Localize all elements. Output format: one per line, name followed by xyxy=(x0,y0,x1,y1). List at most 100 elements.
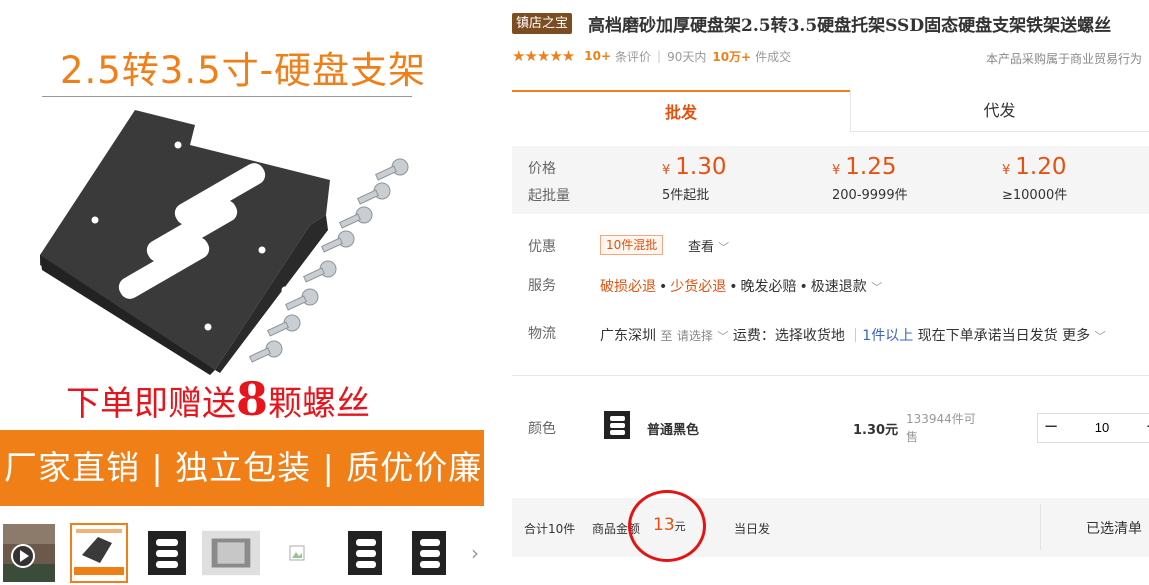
video-thumbnail-image xyxy=(3,524,55,582)
sales-count: 10万+ xyxy=(712,49,752,64)
service-dot: • xyxy=(659,279,668,295)
service-label: 服务 xyxy=(528,278,556,294)
logistics-row: 广东深圳 至 请选择 ﹀ 运费：选择收货地 1件以上 现在下单承诺当日发货 更多… xyxy=(600,325,1106,345)
gift-suffix: 颗螺丝 xyxy=(268,384,370,424)
service-item: 少货必退 xyxy=(670,279,727,295)
thumbnail-6[interactable] xyxy=(336,523,394,583)
promo-label: 优惠 xyxy=(528,239,556,255)
rating-row: ★★★★★ 10+ 条评价 | 90天内 10万+ 件成交 xyxy=(512,47,791,65)
thumbnail-5-broken[interactable] xyxy=(268,523,326,583)
service-item: 极速退款 xyxy=(810,279,867,295)
product-detail-panel: 镇店之宝 高档磨砂加厚硬盘架2.5转3.5硬盘托架SSD固态硬盘支架铁架送螺丝 … xyxy=(512,0,1149,585)
sku-price: 1.30元 xyxy=(853,423,899,438)
shop-treasure-badge: 镇店之宝 xyxy=(512,13,573,34)
thumbnail-video[interactable] xyxy=(0,523,58,583)
chevron-down-icon[interactable]: ﹀ xyxy=(1095,330,1106,343)
thumbnail-3[interactable] xyxy=(138,523,196,583)
tier-price: 1.25 xyxy=(845,154,897,180)
sku-thumbnail-image xyxy=(600,408,634,442)
tier-qty: 200-9999件 xyxy=(832,188,908,203)
sales-period: 90天内 xyxy=(667,49,707,64)
ship-divider xyxy=(855,328,857,342)
ship-origin: 广东深圳 xyxy=(600,328,656,344)
sku-color-label: 颜色 xyxy=(528,421,556,437)
price-tier-3: ¥1.20 ≥10000件 xyxy=(1002,154,1067,203)
selected-list-button[interactable]: 已选清单 xyxy=(1086,518,1142,538)
logistics-label: 物流 xyxy=(528,326,556,342)
thumbnail-strip: › xyxy=(0,521,486,585)
price-label: 价格 xyxy=(528,161,556,177)
service-dot: • xyxy=(729,279,738,295)
service-guarantees[interactable]: 破损必退 • 少货必退 • 晚发必赔 • 极速退款 ﹀ xyxy=(600,276,882,296)
review-count[interactable]: 10+ xyxy=(584,49,611,63)
quantity-input[interactable] xyxy=(1064,414,1140,442)
order-summary-bar: 合计10件 商品金额 13元 当日发 已选清单 xyxy=(512,498,1149,557)
service-dot: • xyxy=(799,279,808,295)
tier-price: 1.20 xyxy=(1015,154,1067,180)
thumbnail-image xyxy=(72,525,126,581)
purchase-mode-tabs: 批发 代发 xyxy=(512,90,1149,132)
rating-divider: | xyxy=(657,49,662,63)
chevron-down-icon: ﹀ xyxy=(718,241,730,254)
promo-view-text: 查看 xyxy=(688,240,715,255)
quantity-plus-button[interactable]: + xyxy=(1140,414,1149,442)
section-divider xyxy=(512,375,1149,376)
tab-dropship[interactable]: 代发 xyxy=(850,90,1149,132)
image-title-text: 2.5转3.5寸-硬盘支架 xyxy=(59,49,427,92)
service-item: 晚发必赔 xyxy=(740,279,797,295)
ship-dispatch-promise: 现在下单承诺当日发货 xyxy=(917,328,1058,344)
currency-symbol: ¥ xyxy=(662,163,671,178)
thumbnail-image xyxy=(402,525,456,581)
summary-total-qty: 合计10件 xyxy=(524,522,576,536)
tier-qty: 5件起批 xyxy=(662,188,710,203)
sales-label: 件成交 xyxy=(755,49,792,64)
summary-delivery: 当日发 xyxy=(734,522,771,536)
service-item: 破损必退 xyxy=(600,279,656,295)
price-tier-1: ¥1.30 5件起批 xyxy=(662,154,727,203)
tab-wholesale[interactable]: 批发 xyxy=(512,90,850,132)
currency-symbol: ¥ xyxy=(832,163,841,178)
thumbnail-next-arrow-icon[interactable]: › xyxy=(468,535,482,571)
gift-prefix: 下单即赠送 xyxy=(65,384,236,424)
broken-image-icon xyxy=(289,545,305,561)
ship-min-qty: 1件以上 xyxy=(862,328,914,344)
sku-name: 普通黑色 xyxy=(647,423,700,438)
thumbnail-image xyxy=(338,525,392,581)
product-title: 高档磨砂加厚硬盘架2.5转3.5硬盘托架SSD固态硬盘支架铁架送螺丝 xyxy=(588,16,1112,36)
hdd-bracket-illustration xyxy=(40,110,409,375)
ship-destination-select[interactable]: 请选择 xyxy=(677,329,713,343)
tiered-price-box: 价格 起批量 ¥1.30 5件起批 ¥1.25 200-9999件 ¥1.20 … xyxy=(512,146,1149,214)
currency-symbol: ¥ xyxy=(1002,163,1011,178)
rating-stars-icon: ★★★★★ xyxy=(512,47,575,65)
product-gallery: 2.5转3.5寸-硬盘支架 下单即赠送8颗螺丝 厂家直销 | 独立包装 | 质优… xyxy=(0,0,486,585)
ship-freight: 运费：选择收货地 xyxy=(732,328,845,344)
price-tier-value: ¥1.30 xyxy=(662,154,727,180)
main-product-image[interactable]: 2.5转3.5寸-硬盘支架 下单即赠送8颗螺丝 厂家直销 | 独立包装 | 质优… xyxy=(0,0,486,515)
thumbnail-7[interactable] xyxy=(400,523,458,583)
ship-more-link[interactable]: 更多 xyxy=(1062,328,1090,344)
promo-view-link[interactable]: 查看 ﹀ xyxy=(688,236,729,255)
review-label[interactable]: 条评价 xyxy=(615,48,651,65)
thumbnail-image xyxy=(140,525,194,581)
quantity-stepper: − + xyxy=(1037,413,1149,443)
thumbnail-image xyxy=(202,530,260,576)
chevron-down-icon: ﹀ xyxy=(871,281,883,294)
sku-stock: 133944件可售 xyxy=(906,412,976,444)
thumbnail-4[interactable] xyxy=(202,523,260,583)
gift-number: 8 xyxy=(235,372,268,426)
thumbnail-2-selected[interactable] xyxy=(70,523,128,583)
trade-note: 本产品采购属于商业贸易行为 xyxy=(985,52,1142,66)
chevron-down-icon[interactable]: ﹀ xyxy=(717,330,728,343)
tier-price: 1.30 xyxy=(675,154,727,180)
summary-divider xyxy=(1040,504,1041,550)
quantity-minus-button[interactable]: − xyxy=(1038,414,1064,442)
ship-to: 至 xyxy=(660,329,673,343)
price-tier-value: ¥1.25 xyxy=(832,154,908,180)
image-title-divider xyxy=(42,96,412,97)
tier-qty: ≥10000件 xyxy=(1002,188,1068,203)
amount-highlight-annotation xyxy=(628,490,706,562)
image-gift-text: 下单即赠送8颗螺丝 xyxy=(0,372,436,426)
moq-label: 起批量 xyxy=(528,188,570,204)
image-promo-banner: 厂家直销 | 独立包装 | 质优价廉 xyxy=(0,430,484,506)
price-tier-value: ¥1.20 xyxy=(1002,154,1067,180)
